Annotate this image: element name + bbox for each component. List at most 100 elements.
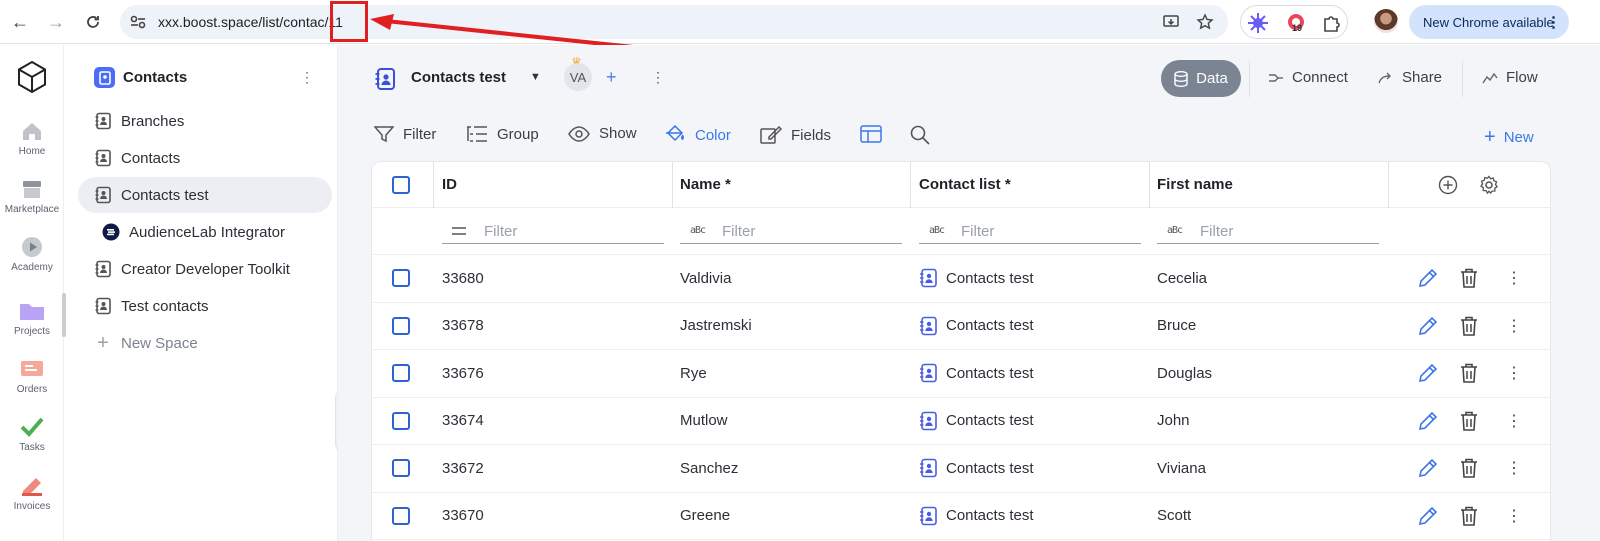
cell-contact-list[interactable]: Contacts test	[919, 255, 1034, 302]
group-button[interactable]: Group	[466, 125, 539, 143]
extensions-puzzle-icon[interactable]	[1321, 12, 1343, 34]
table-settings-gear-icon[interactable]	[1479, 162, 1499, 207]
column-header-contact-list[interactable]: Contact list *	[919, 162, 1011, 207]
first-name-filter-input[interactable]: Filter	[1200, 223, 1233, 240]
new-space-button[interactable]: + New Space	[78, 325, 332, 361]
row-options-icon[interactable]: ⋮	[1506, 255, 1522, 302]
row-options-icon[interactable]: ⋮	[1506, 445, 1522, 492]
flow-button[interactable]: Flow	[1482, 69, 1538, 86]
table-row[interactable]: 33678 Jastremski Contacts test Bruce ⋮	[372, 303, 1550, 350]
install-app-icon[interactable]	[1160, 11, 1182, 33]
delete-trash-icon[interactable]	[1459, 493, 1479, 540]
rail-invoices[interactable]: Invoices	[0, 475, 64, 512]
sidebar-item-contacts[interactable]: Contacts	[78, 140, 332, 176]
member-avatar[interactable]: VA	[564, 63, 592, 91]
table-row[interactable]: 33676 Rye Contacts test Douglas ⋮	[372, 350, 1550, 398]
reload-icon[interactable]	[79, 8, 107, 36]
table-row[interactable]: 33680 Valdivia Contacts test Cecelia ⋮	[372, 255, 1550, 303]
cell-contact-list[interactable]: Contacts test	[919, 303, 1034, 350]
address-bar[interactable]: xxx.boost.space/list/contac/11	[120, 5, 1228, 39]
table-row[interactable]: 33670 Greene Contacts test Scott ⋮	[372, 493, 1550, 540]
forward-icon[interactable]: →	[42, 8, 70, 36]
contact-list-filter-input[interactable]: Filter	[961, 223, 994, 240]
site-info-icon[interactable]	[128, 12, 148, 32]
delete-trash-icon[interactable]	[1459, 398, 1479, 445]
row-checkbox[interactable]	[392, 350, 410, 397]
rail-projects[interactable]: Projects	[0, 300, 64, 337]
edit-pencil-icon[interactable]	[1417, 398, 1439, 445]
rail-tasks[interactable]: Tasks	[0, 416, 64, 453]
edit-pencil-icon[interactable]	[1417, 303, 1439, 350]
delete-trash-icon[interactable]	[1459, 445, 1479, 492]
table-row[interactable]: 33672 Sanchez Contacts test Viviana ⋮	[372, 445, 1550, 493]
space-title[interactable]: Contacts	[94, 67, 187, 88]
rail-academy[interactable]: Academy	[0, 236, 64, 273]
row-checkbox[interactable]	[392, 445, 410, 492]
cell-contact-list[interactable]: Contacts test	[919, 350, 1034, 397]
delete-trash-icon[interactable]	[1459, 255, 1479, 302]
row-checkbox[interactable]	[392, 255, 410, 302]
row-options-icon[interactable]: ⋮	[1506, 493, 1522, 540]
delete-trash-icon[interactable]	[1459, 303, 1479, 350]
row-options-icon[interactable]: ⋮	[1506, 398, 1522, 445]
url-text[interactable]: xxx.boost.space/list/contac/11	[158, 14, 343, 30]
add-column-icon[interactable]	[1438, 162, 1458, 207]
table-row[interactable]: 33674 Mutlow Contacts test John ⋮	[372, 398, 1550, 445]
rail-scrollbar[interactable]	[62, 293, 66, 337]
chrome-menu-icon[interactable]: ⋮	[1546, 13, 1561, 31]
fields-button[interactable]: Fields	[760, 125, 831, 145]
edit-pencil-icon[interactable]	[1417, 350, 1439, 397]
row-options-icon[interactable]: ⋮	[1506, 350, 1522, 397]
row-checkbox[interactable]	[392, 493, 410, 540]
cell-first-name: Viviana	[1157, 459, 1206, 477]
column-divider[interactable]	[672, 162, 673, 208]
column-divider[interactable]	[910, 162, 911, 208]
list-dropdown-icon[interactable]: ▼	[530, 71, 541, 83]
new-record-button[interactable]: + New	[1484, 126, 1534, 149]
color-button[interactable]: Color	[664, 125, 731, 145]
sidebar-item-creator-developer-toolkit[interactable]: Creator Developer Toolkit	[78, 251, 332, 287]
data-button[interactable]: Data	[1161, 60, 1241, 97]
sidebar-item-audiencelab[interactable]: AudienceLab Integrator	[78, 214, 332, 250]
select-all-checkbox[interactable]	[392, 162, 410, 207]
sidebar-item-branches[interactable]: Branches	[78, 103, 332, 139]
id-filter-input[interactable]: Filter	[484, 223, 517, 240]
delete-trash-icon[interactable]	[1459, 350, 1479, 397]
rail-orders[interactable]: Orders	[0, 358, 64, 395]
extension-sparkle-icon[interactable]	[1247, 12, 1269, 34]
back-icon[interactable]: ←	[6, 8, 34, 36]
list-options-icon[interactable]: ⋮	[651, 69, 665, 86]
row-checkbox[interactable]	[392, 303, 410, 350]
profile-avatar[interactable]	[1374, 9, 1398, 33]
show-button[interactable]: Show	[568, 125, 637, 142]
new-chrome-available-button[interactable]: New Chrome available ⋮	[1409, 5, 1569, 39]
search-button[interactable]	[910, 125, 930, 145]
row-options-icon[interactable]: ⋮	[1506, 303, 1522, 350]
cell-contact-list[interactable]: Contacts test	[919, 493, 1034, 540]
connect-button[interactable]: Connect	[1268, 69, 1348, 86]
boost-space-logo[interactable]	[14, 59, 50, 95]
cell-contact-list[interactable]: Contacts test	[919, 398, 1034, 445]
rail-home[interactable]: Home	[0, 120, 64, 157]
column-divider[interactable]	[1388, 162, 1389, 208]
cell-contact-list[interactable]: Contacts test	[919, 445, 1034, 492]
name-filter-input[interactable]: Filter	[722, 223, 755, 240]
bookmark-star-icon[interactable]	[1194, 11, 1216, 33]
column-header-name[interactable]: Name *	[680, 162, 731, 207]
edit-pencil-icon[interactable]	[1417, 255, 1439, 302]
sidebar-item-contacts-test[interactable]: Contacts test	[78, 177, 332, 213]
row-checkbox[interactable]	[392, 398, 410, 445]
layout-button[interactable]	[860, 125, 882, 143]
list-title[interactable]: Contacts test	[411, 69, 506, 86]
column-header-id[interactable]: ID	[442, 162, 457, 207]
column-header-first-name[interactable]: First name	[1157, 162, 1233, 207]
sidebar-item-test-contacts[interactable]: Test contacts	[78, 288, 332, 324]
share-button[interactable]: Share	[1378, 69, 1442, 86]
space-options-icon[interactable]: ⋮	[300, 69, 314, 86]
edit-pencil-icon[interactable]	[1417, 493, 1439, 540]
rail-marketplace[interactable]: Marketplace	[0, 178, 64, 215]
column-divider[interactable]	[1149, 162, 1150, 208]
add-member-icon[interactable]: +	[606, 67, 617, 88]
edit-pencil-icon[interactable]	[1417, 445, 1439, 492]
filter-button[interactable]: Filter	[374, 125, 436, 143]
